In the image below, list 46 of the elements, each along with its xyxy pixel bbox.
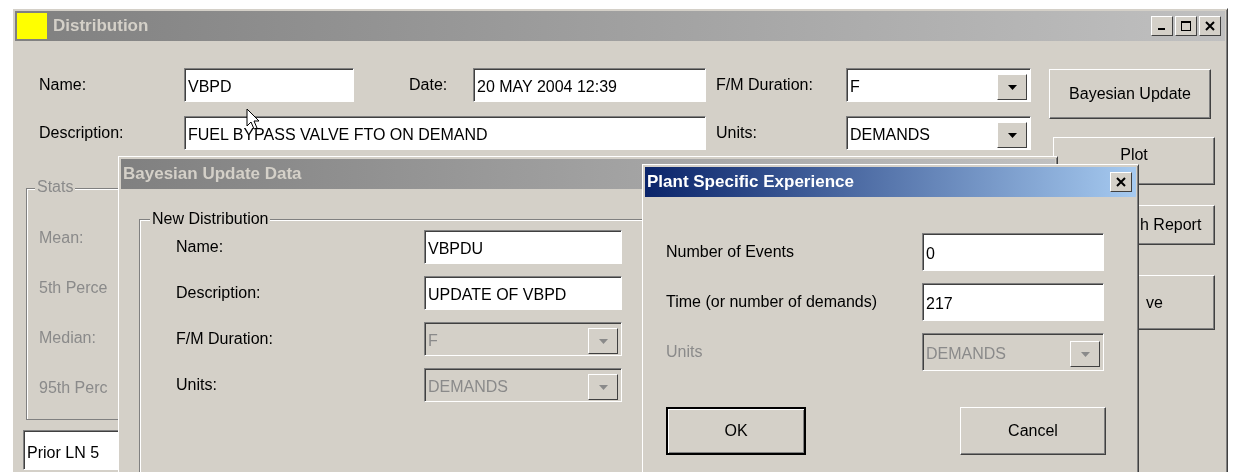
text-field[interactable]: VBPDU — [424, 230, 622, 264]
close-icon — [1205, 21, 1215, 31]
stat-label: 95th Perc — [39, 379, 109, 397]
text-field[interactable]: UPDATE OF VBPD — [424, 276, 622, 310]
field-label: Description: — [39, 124, 125, 142]
text-field[interactable]: 20 MAY 2004 12:39 — [473, 68, 706, 102]
field-label: Units: — [716, 124, 758, 142]
field-label: Description: — [176, 284, 262, 302]
maximize-icon — [1181, 21, 1191, 31]
cursor-icon — [246, 108, 260, 130]
dialog-button[interactable]: OK — [666, 407, 806, 455]
dropdown-arrow-icon — [598, 384, 608, 390]
field-label: Name: — [176, 238, 225, 256]
dropdown[interactable]: F — [846, 68, 1031, 102]
stat-label: 5th Perce — [39, 279, 109, 297]
title-bar: Plant Specific Experience — [645, 167, 1136, 197]
close-icon — [1116, 177, 1126, 187]
dropdown-arrow-icon — [598, 338, 608, 344]
dropdown-arrow-icon — [1007, 132, 1017, 138]
dialog-button[interactable]: Cancel — [960, 407, 1106, 455]
dropdown[interactable]: DEMANDS — [846, 116, 1031, 150]
minimize-button[interactable] — [1151, 16, 1173, 36]
close-button[interactable] — [1199, 16, 1221, 36]
field-label: Units: — [176, 376, 218, 394]
dropdown-arrow-icon — [1007, 84, 1017, 90]
field-label: Name: — [39, 76, 88, 94]
dialog-button[interactable]: ve — [1137, 275, 1215, 330]
stat-label: Mean: — [39, 229, 85, 247]
text-field[interactable]: FUEL BYPASS VALVE FTO ON DEMAND — [184, 116, 706, 150]
maximize-button[interactable] — [1175, 16, 1197, 36]
text-field[interactable]: 217 — [922, 283, 1104, 321]
field-label: F/M Duration: — [716, 76, 814, 94]
title-bar: Distribution — [15, 11, 1225, 41]
app-icon — [17, 13, 47, 39]
text-field[interactable]: VBPD — [184, 68, 354, 102]
close-button[interactable] — [1110, 172, 1132, 192]
field-label: F/M Duration: — [176, 330, 274, 348]
field-label: Number of Events — [666, 243, 796, 261]
text-field[interactable]: 0 — [922, 233, 1104, 271]
dialog-button[interactable]: Bayesian Update — [1049, 69, 1211, 119]
dropdown-arrow-icon — [1080, 351, 1090, 357]
field-label: Date: — [409, 76, 449, 94]
field-label: Time (or number of demands) — [666, 293, 879, 311]
field-label: Units — [666, 343, 704, 361]
dialog-button[interactable]: h Report — [1137, 205, 1215, 245]
stat-label: Median: — [39, 329, 97, 347]
